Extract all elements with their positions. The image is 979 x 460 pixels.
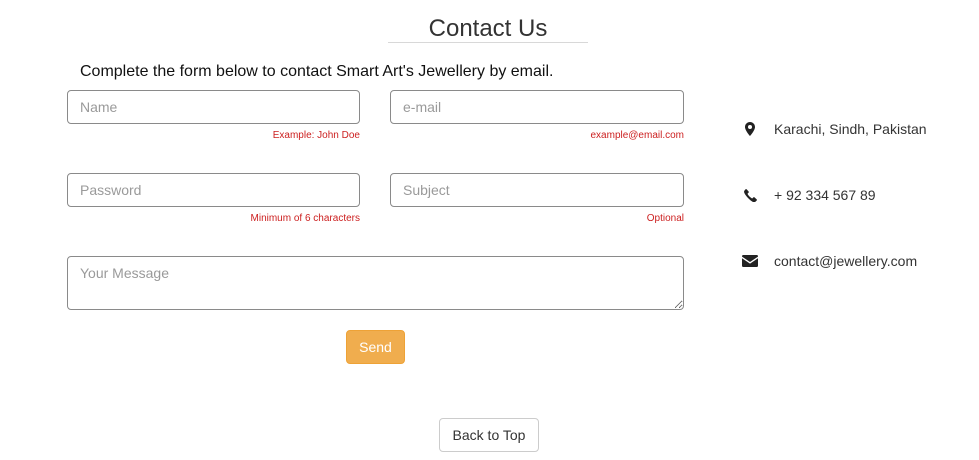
email-field[interactable] <box>390 90 684 124</box>
contact-item-phone: + 92 334 567 89 <box>740 184 876 206</box>
map-marker-icon <box>740 121 760 137</box>
subject-field[interactable] <box>390 173 684 207</box>
form-intro-text: Complete the form below to contact Smart… <box>80 63 554 80</box>
contact-phone-text: + 92 334 567 89 <box>774 187 876 203</box>
back-to-top-button[interactable]: Back to Top <box>439 418 539 452</box>
send-button[interactable]: Send <box>346 330 405 364</box>
contact-email-text: contact@jewellery.com <box>774 253 918 269</box>
phone-icon <box>740 187 760 203</box>
password-hint: Minimum of 6 characters <box>250 213 360 224</box>
password-field[interactable] <box>67 173 360 207</box>
contact-item-location: Karachi, Sindh, Pakistan <box>740 118 927 140</box>
name-hint: Example: John Doe <box>272 130 360 141</box>
name-field[interactable] <box>67 90 360 124</box>
contact-item-email: contact@jewellery.com <box>740 250 917 272</box>
page-title: Contact Us <box>428 15 548 42</box>
contact-location-text: Karachi, Sindh, Pakistan <box>774 121 927 137</box>
subject-hint: Optional <box>646 213 684 224</box>
message-textarea[interactable] <box>67 256 684 310</box>
envelope-icon <box>740 253 760 269</box>
title-divider <box>388 42 588 43</box>
email-hint: example@email.com <box>590 130 684 141</box>
